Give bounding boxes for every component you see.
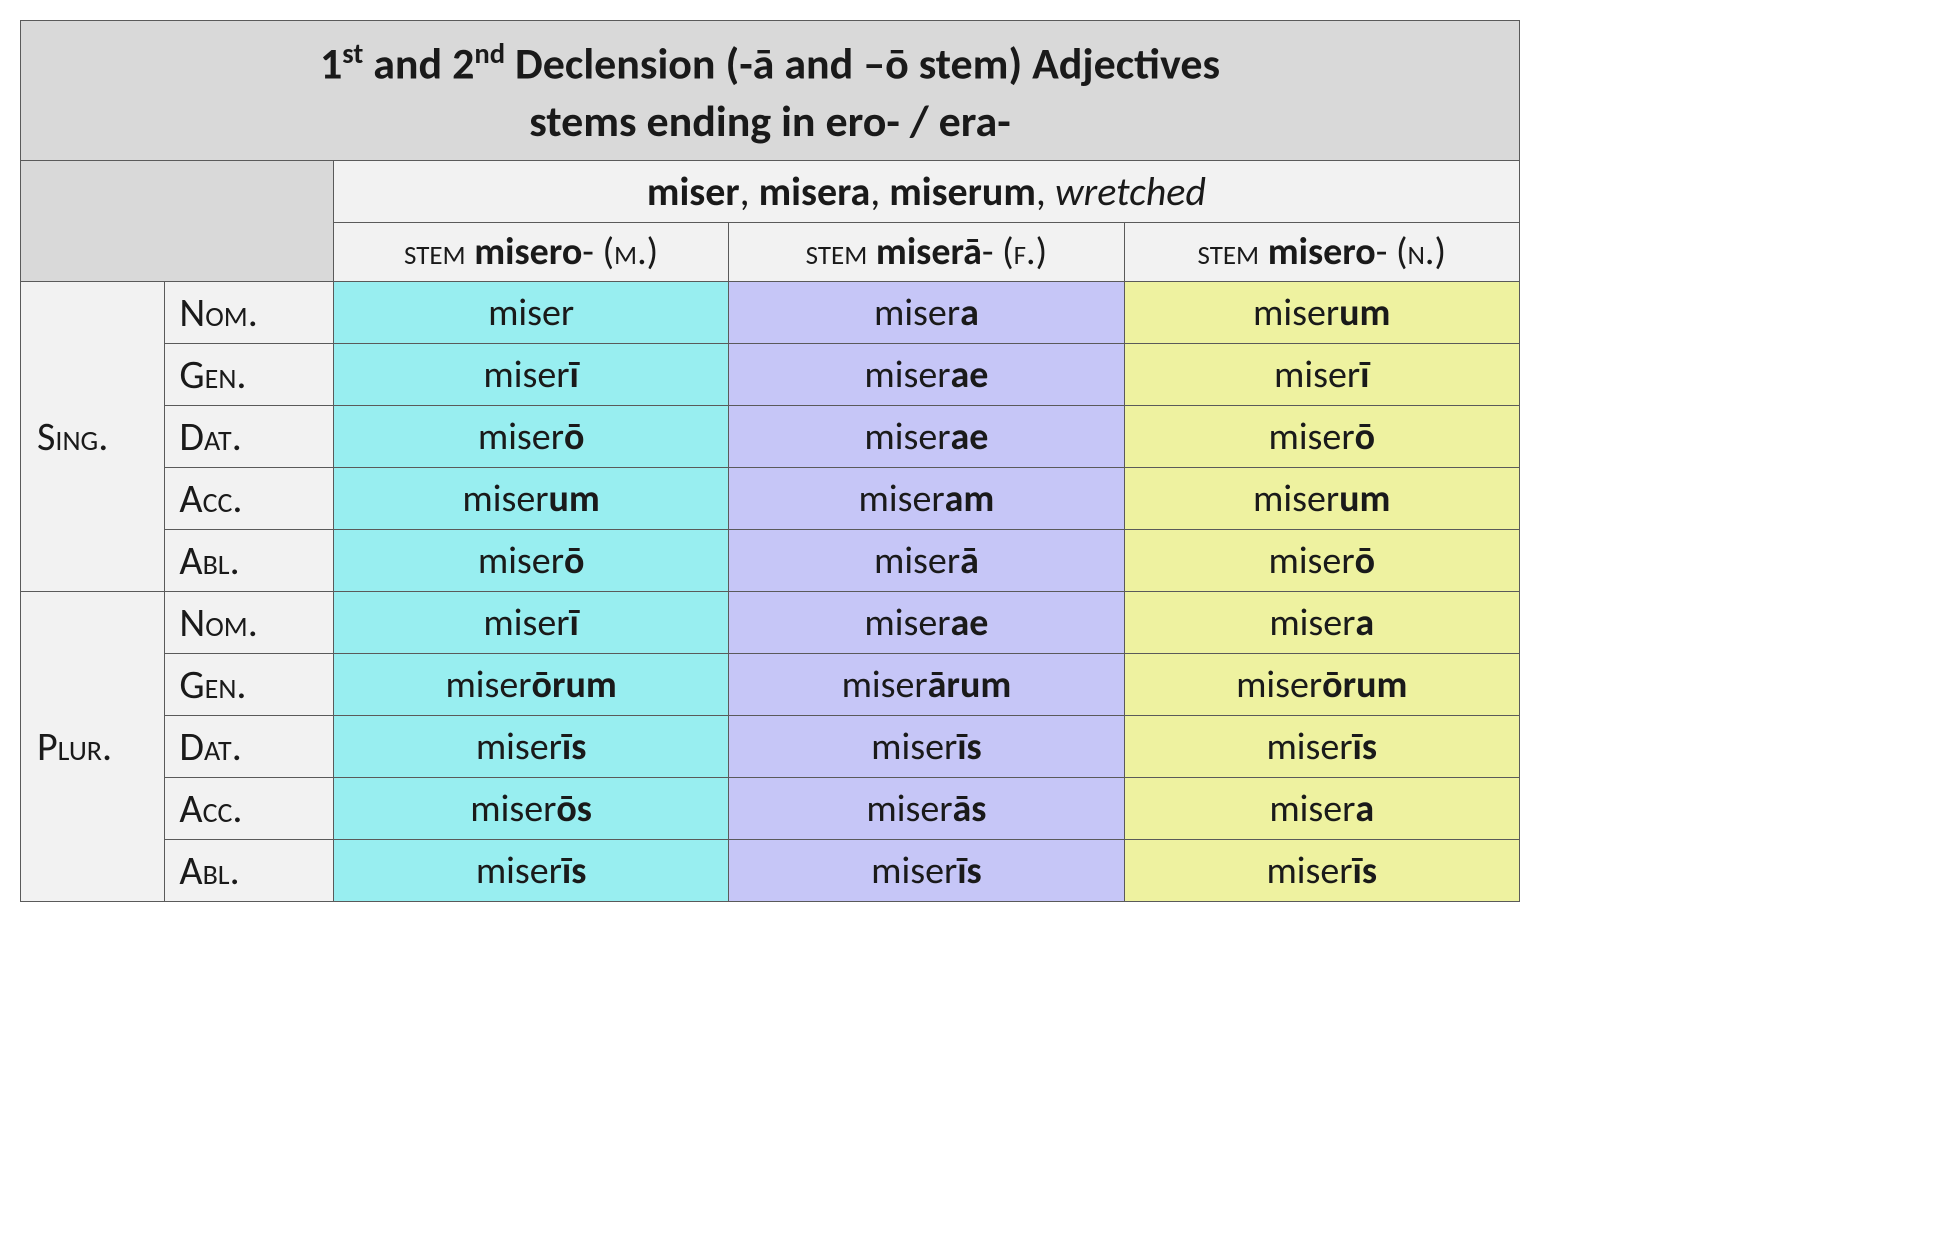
- cell-plur-gen-f: miserārum: [729, 654, 1124, 716]
- cell-plur-nom-f: miserae: [729, 592, 1124, 654]
- cell-sing-nom-f: misera: [729, 282, 1124, 344]
- stem-header-m: stem misero- (m.): [333, 223, 728, 282]
- case-label-nom: Nom.: [165, 282, 333, 344]
- cell-sing-nom-m: miser: [333, 282, 728, 344]
- cell-sing-acc-m: miserum: [333, 468, 728, 530]
- cell-plur-nom-m: miserī: [333, 592, 728, 654]
- stem-header-f: stem miserā- (f.): [729, 223, 1124, 282]
- cell-plur-abl-n: miserīs: [1124, 840, 1519, 902]
- cell-plur-acc-n: misera: [1124, 778, 1519, 840]
- cell-sing-abl-m: miserō: [333, 530, 728, 592]
- cell-sing-gen-m: miserī: [333, 344, 728, 406]
- number-label-sing: Sing.: [21, 282, 165, 592]
- lemma-header: miser, misera, miserum, wretched: [333, 161, 1519, 223]
- cell-plur-dat-n: miserīs: [1124, 716, 1519, 778]
- cell-sing-dat-f: miserae: [729, 406, 1124, 468]
- cell-plur-abl-m: miserīs: [333, 840, 728, 902]
- table-title: 1st and 2nd Declension (-ā and –ō stem) …: [21, 21, 1520, 161]
- cell-plur-abl-f: miserīs: [729, 840, 1124, 902]
- cell-sing-abl-f: miserā: [729, 530, 1124, 592]
- cell-plur-gen-n: miserōrum: [1124, 654, 1519, 716]
- cell-sing-nom-n: miserum: [1124, 282, 1519, 344]
- cell-sing-gen-f: miserae: [729, 344, 1124, 406]
- cell-plur-dat-m: miserīs: [333, 716, 728, 778]
- cell-sing-gen-n: miserī: [1124, 344, 1519, 406]
- cell-sing-acc-f: miseram: [729, 468, 1124, 530]
- declension-table: 1st and 2nd Declension (-ā and –ō stem) …: [20, 20, 1520, 902]
- cell-sing-acc-n: miserum: [1124, 468, 1519, 530]
- case-label-dat: Dat.: [165, 716, 333, 778]
- cell-sing-dat-m: miserō: [333, 406, 728, 468]
- cell-plur-acc-f: miserās: [729, 778, 1124, 840]
- case-label-gen: Gen.: [165, 344, 333, 406]
- case-label-acc: Acc.: [165, 778, 333, 840]
- case-label-acc: Acc.: [165, 468, 333, 530]
- cell-sing-abl-n: miserō: [1124, 530, 1519, 592]
- case-label-abl: Abl.: [165, 840, 333, 902]
- cell-sing-dat-n: miserō: [1124, 406, 1519, 468]
- case-label-dat: Dat.: [165, 406, 333, 468]
- cell-plur-dat-f: miserīs: [729, 716, 1124, 778]
- case-label-gen: Gen.: [165, 654, 333, 716]
- cell-plur-gen-m: miserōrum: [333, 654, 728, 716]
- case-label-abl: Abl.: [165, 530, 333, 592]
- cell-plur-nom-n: misera: [1124, 592, 1519, 654]
- number-label-plur: Plur.: [21, 592, 165, 902]
- stem-header-n: stem misero- (n.): [1124, 223, 1519, 282]
- case-label-nom: Nom.: [165, 592, 333, 654]
- cell-plur-acc-m: miserōs: [333, 778, 728, 840]
- corner-cell: [21, 161, 334, 282]
